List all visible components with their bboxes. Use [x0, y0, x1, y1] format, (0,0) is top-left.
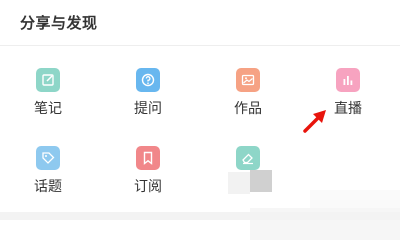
grid-item-ask[interactable]: 提问	[108, 68, 188, 128]
grid-item-label: 笔记	[34, 101, 62, 117]
grid-item-label: 作品	[234, 101, 262, 117]
arrow-shaft	[303, 116, 320, 133]
tag-icon	[36, 146, 60, 170]
bookmark-icon	[136, 146, 160, 170]
grid-item-notes[interactable]: 笔记	[8, 68, 88, 128]
edit-note-icon	[36, 68, 60, 92]
grid-item-topics[interactable]: 话题	[8, 146, 88, 206]
section-title: 分享与发现	[20, 14, 98, 32]
grid-item-label: 提问	[134, 101, 162, 117]
watermark-overlay	[228, 172, 250, 194]
question-icon	[136, 68, 160, 92]
image-icon	[236, 68, 260, 92]
watermark-overlay	[250, 170, 272, 192]
grid-item-label: 订阅	[134, 179, 162, 195]
grid-item-label: 话题	[34, 179, 62, 195]
watermark-overlay	[310, 190, 400, 208]
grid-item-works[interactable]: 作品	[208, 68, 288, 128]
eraser-icon	[236, 146, 260, 170]
section-header: 分享与发现	[0, 0, 400, 46]
red-arrow-icon	[303, 110, 326, 133]
bar-chart-icon	[336, 68, 360, 92]
section-divider	[0, 212, 400, 220]
grid-item-subscribe[interactable]: 订阅	[108, 146, 188, 206]
header-divider	[0, 45, 400, 46]
